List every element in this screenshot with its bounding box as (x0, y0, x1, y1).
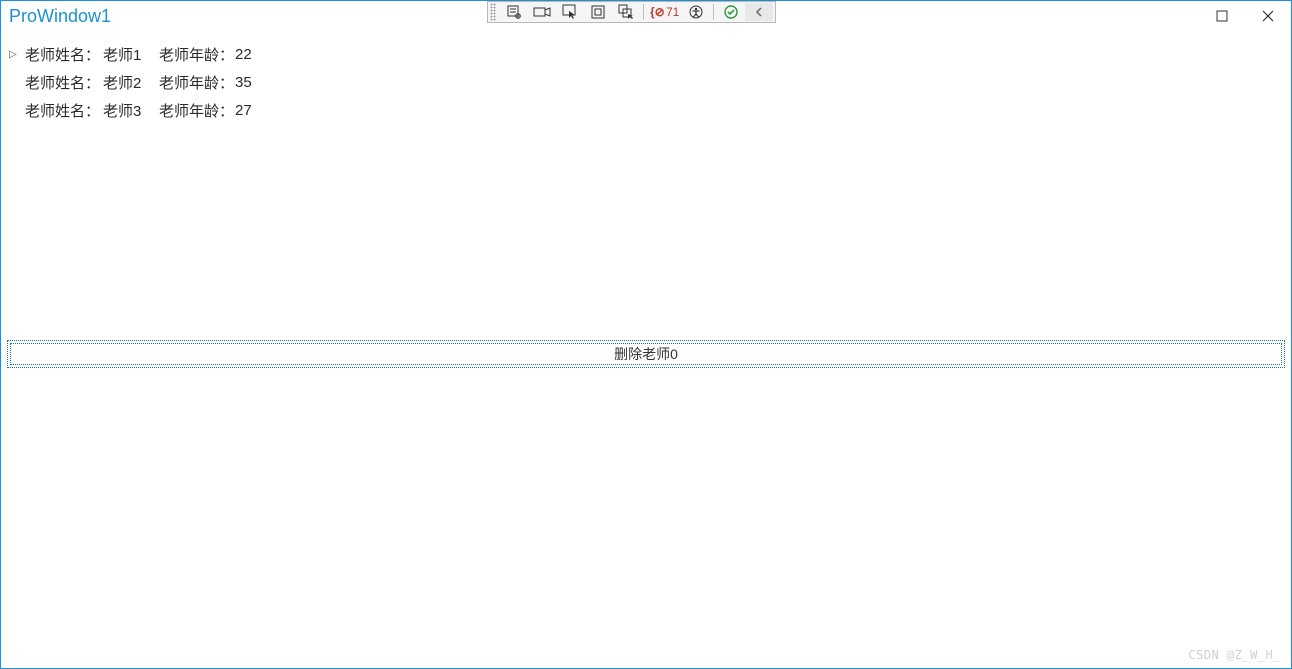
teacher-name-label: 老师姓名： (25, 72, 103, 93)
hot-reload-status-button[interactable] (717, 3, 745, 21)
go-to-live-tree-button[interactable] (500, 3, 528, 21)
record-button[interactable] (528, 3, 556, 21)
tree-row[interactable]: 老师姓名： 老师2 老师年龄： 35 (1, 68, 1291, 96)
teacher-name-label: 老师姓名： (25, 44, 103, 65)
teacher-age-label: 老师年龄： (159, 72, 235, 93)
maximize-icon (1216, 10, 1228, 22)
focus-icon (618, 4, 634, 20)
window-controls (1199, 1, 1291, 31)
watermark-text: CSDN @Z_W_H_ (1188, 648, 1281, 662)
binding-errors-count: 71 (666, 5, 679, 19)
track-focus-button[interactable] (612, 3, 640, 21)
window-title: ProWindow1 (9, 6, 111, 27)
maximize-button[interactable] (1199, 1, 1245, 31)
client-area: ▷ 老师姓名： 老师1 老师年龄： 22 老师姓名： 老师2 老师年龄： 35 … (1, 32, 1291, 668)
tree-row[interactable]: 老师姓名： 老师3 老师年龄： 27 (1, 96, 1291, 124)
teacher-age-label: 老师年龄： (159, 44, 235, 65)
toolbar-separator (643, 4, 644, 20)
close-button[interactable] (1245, 1, 1291, 31)
svg-text:{⊘}: {⊘} (650, 5, 664, 19)
teacher-age-label: 老师年龄： (159, 100, 235, 121)
collapse-toolbar-button[interactable] (745, 3, 773, 21)
teacher-name-label: 老师姓名： (25, 100, 103, 121)
check-circle-icon (724, 5, 738, 19)
teacher-name-value: 老师2 (103, 72, 159, 93)
teacher-age-value: 27 (235, 102, 275, 119)
binding-errors-button[interactable]: {⊘} 71 (647, 3, 682, 21)
target-icon: {⊘} (650, 5, 664, 19)
camera-icon (533, 5, 551, 19)
tree-icon (506, 4, 522, 20)
teacher-treeview[interactable]: ▷ 老师姓名： 老师1 老师年龄： 22 老师姓名： 老师2 老师年龄： 35 … (1, 32, 1291, 124)
toolbar-grip[interactable] (490, 3, 496, 21)
layout-adorners-button[interactable] (584, 3, 612, 21)
layout-icon (591, 5, 605, 19)
delete-teacher-label: 删除老师0 (614, 344, 678, 364)
teacher-name-value: 老师1 (103, 44, 159, 65)
accessibility-button[interactable] (682, 3, 710, 21)
tree-row[interactable]: ▷ 老师姓名： 老师1 老师年龄： 22 (1, 40, 1291, 68)
debug-toolbar[interactable]: {⊘} 71 (487, 1, 776, 23)
delete-teacher-button[interactable]: 删除老师0 (7, 340, 1285, 368)
pointer-select-icon (562, 4, 578, 20)
close-icon (1262, 10, 1274, 22)
delete-teacher-button-inner: 删除老师0 (10, 343, 1282, 365)
toolbar-separator (713, 4, 714, 20)
teacher-age-value: 22 (235, 46, 275, 63)
accessibility-icon (689, 5, 703, 19)
expander-icon[interactable]: ▷ (1, 49, 25, 60)
teacher-name-value: 老师3 (103, 100, 159, 121)
teacher-age-value: 35 (235, 74, 275, 91)
chevron-left-icon (754, 6, 764, 18)
select-element-button[interactable] (556, 3, 584, 21)
app-window: ProWindow1 (0, 0, 1292, 669)
